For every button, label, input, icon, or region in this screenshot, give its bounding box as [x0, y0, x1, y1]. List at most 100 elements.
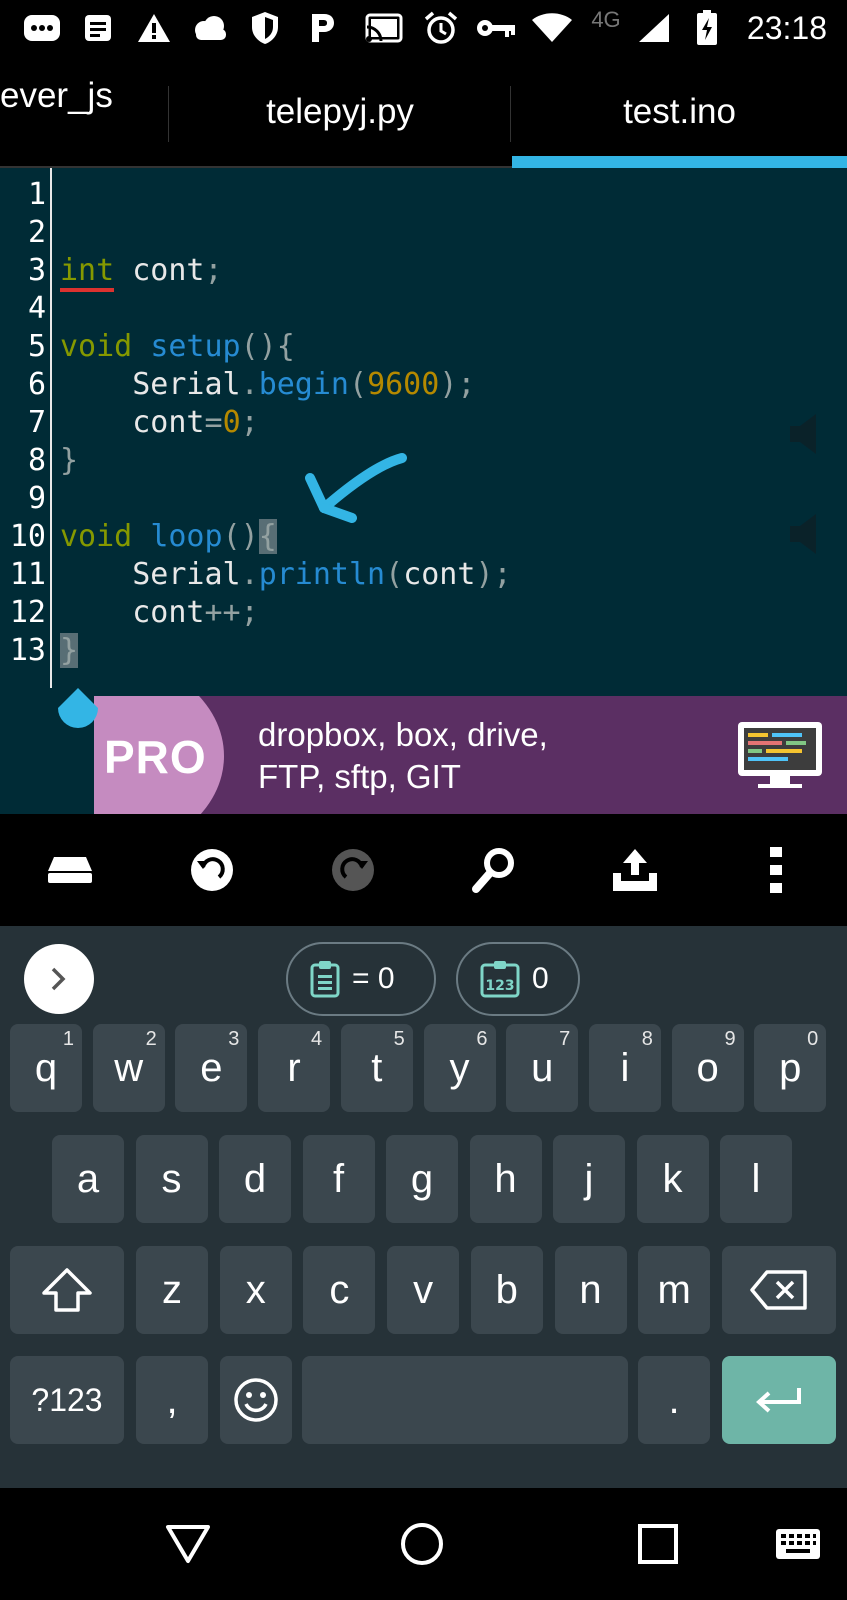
- key-j[interactable]: j: [553, 1135, 625, 1223]
- key-x[interactable]: x: [219, 1246, 292, 1334]
- clipboard-number-suggestion[interactable]: 123 0: [456, 942, 580, 1016]
- banner-text: dropbox, box, drive, FTP, sftp, GIT: [258, 714, 548, 798]
- key-t[interactable]: t5: [340, 1024, 413, 1112]
- key-r[interactable]: r4: [258, 1024, 331, 1112]
- key-l[interactable]: l: [720, 1135, 792, 1223]
- recents-icon[interactable]: [630, 1516, 686, 1572]
- back-icon[interactable]: [160, 1516, 216, 1572]
- key-u[interactable]: u7: [506, 1024, 579, 1112]
- tab-test-ino[interactable]: test.ino: [512, 56, 847, 168]
- function-name: setup: [150, 329, 241, 364]
- key-label: q: [34, 1045, 58, 1090]
- clipboard-suggestion[interactable]: = 0: [286, 942, 436, 1016]
- cloud-icon: [190, 12, 230, 44]
- line-number: 1: [27, 177, 46, 212]
- key-z[interactable]: z: [136, 1246, 208, 1334]
- pro-upgrade-banner[interactable]: PRO dropbox, box, drive, FTP, sftp, GIT: [94, 696, 847, 814]
- undo-icon[interactable]: [182, 840, 242, 900]
- drive-icon[interactable]: [40, 840, 100, 900]
- line-number: 3: [27, 253, 46, 288]
- key-g[interactable]: g: [386, 1135, 458, 1223]
- key-p[interactable]: p0: [754, 1024, 827, 1112]
- tab-separator: [168, 86, 169, 142]
- shift-key[interactable]: [10, 1246, 124, 1334]
- key-hint: 6: [476, 1028, 488, 1050]
- punctuation: .: [240, 557, 259, 592]
- shift-icon: [42, 1268, 92, 1312]
- cursor-handle[interactable]: [54, 688, 102, 737]
- upload-icon[interactable]: [605, 840, 665, 900]
- key-q[interactable]: q1: [10, 1024, 82, 1112]
- status-time: 23:18: [746, 10, 827, 46]
- keyboard-switch-icon[interactable]: [770, 1516, 826, 1572]
- key-k[interactable]: k: [636, 1135, 709, 1223]
- punctuation: ;: [204, 253, 223, 288]
- key-label: t: [371, 1045, 383, 1090]
- backspace-key[interactable]: [722, 1246, 836, 1334]
- period-key[interactable]: .: [638, 1356, 710, 1444]
- code-line: }: [60, 442, 78, 480]
- tab-ever-js[interactable]: ever_js: [0, 40, 168, 152]
- pro-badge: PRO: [104, 731, 207, 783]
- identifier: cont: [114, 253, 205, 288]
- redo-icon[interactable]: [323, 840, 383, 900]
- wifi-icon: [530, 12, 574, 44]
- tab-telepyj[interactable]: telepyj.py: [170, 56, 510, 168]
- punctuation: );: [439, 367, 476, 402]
- argument: cont: [403, 557, 476, 592]
- key-m[interactable]: m: [638, 1246, 711, 1334]
- spacebar-key[interactable]: [302, 1356, 628, 1444]
- key-b[interactable]: b: [470, 1246, 543, 1334]
- code-line: void setup(){: [60, 328, 295, 366]
- line-number: 11: [9, 557, 46, 592]
- operator: =: [204, 405, 223, 440]
- identifier: Serial: [60, 367, 241, 402]
- clipboard-123-icon: 123: [480, 961, 520, 998]
- key-w[interactable]: w2: [92, 1024, 165, 1112]
- home-icon[interactable]: [394, 1516, 450, 1572]
- cast-icon: [364, 12, 404, 44]
- key-h[interactable]: h: [469, 1135, 542, 1223]
- brace: {: [276, 329, 295, 364]
- key-o[interactable]: o9: [671, 1024, 744, 1112]
- code-line: void loop(){: [60, 518, 277, 556]
- number: 0: [222, 405, 241, 440]
- more-vert-icon[interactable]: [746, 840, 806, 900]
- expand-suggestions-button[interactable]: [24, 944, 94, 1014]
- code-editor[interactable]: 1 2 3 4 5 6 7 8 9 10 11 12 13 int cont; void setup(){…: [0, 168, 847, 814]
- key-d[interactable]: d: [219, 1135, 291, 1223]
- key-hint: 7: [559, 1028, 571, 1050]
- key-f[interactable]: f: [302, 1135, 375, 1223]
- enter-key[interactable]: [722, 1356, 836, 1444]
- key-c[interactable]: c: [303, 1246, 376, 1334]
- symbols-key[interactable]: ?123: [10, 1356, 124, 1444]
- search-icon[interactable]: [464, 840, 524, 900]
- punctuation: .: [240, 367, 259, 402]
- network-type: 4G: [591, 7, 621, 32]
- key-a[interactable]: a: [52, 1135, 124, 1223]
- key-hint: 1: [62, 1028, 74, 1050]
- emoji-key[interactable]: [220, 1356, 292, 1444]
- tab-label: test.ino: [623, 92, 736, 131]
- identifier: cont: [60, 405, 205, 440]
- identifier: Serial: [60, 557, 241, 592]
- identifier: cont: [60, 595, 205, 630]
- key-y[interactable]: y6: [423, 1024, 496, 1112]
- svg-text:123: 123: [485, 978, 514, 994]
- shield-icon: [248, 12, 282, 44]
- key-s[interactable]: s: [135, 1135, 208, 1223]
- punctuation: (): [240, 329, 277, 364]
- line-number: 9: [27, 481, 46, 516]
- key-i[interactable]: i8: [588, 1024, 661, 1112]
- banner-line2: FTP, sftp, GIT: [258, 758, 461, 795]
- comma-key[interactable]: ,: [136, 1356, 208, 1444]
- punctuation: ;: [240, 405, 259, 440]
- key-label: w: [114, 1045, 144, 1090]
- enter-icon: [756, 1388, 801, 1413]
- line-number: 12: [9, 595, 46, 630]
- line-number: 4: [27, 291, 46, 326]
- key-v[interactable]: v: [387, 1246, 460, 1334]
- line-number-gutter: 1 2 3 4 5 6 7 8 9 10 11 12 13: [0, 168, 52, 688]
- key-n[interactable]: n: [554, 1246, 627, 1334]
- key-e[interactable]: e3: [175, 1024, 248, 1112]
